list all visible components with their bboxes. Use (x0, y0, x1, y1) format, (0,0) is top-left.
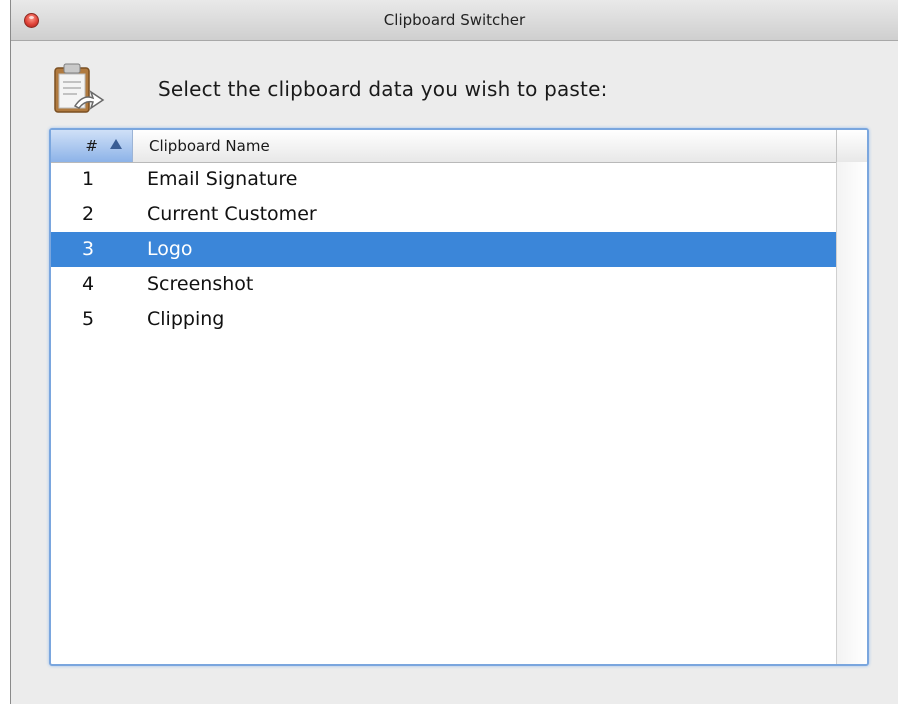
window-title: Clipboard Switcher (383, 11, 526, 29)
row-number: 1 (81, 168, 95, 190)
row-name: Email Signature (147, 168, 298, 190)
sort-ascending-icon (110, 139, 122, 149)
row-name: Clipping (147, 308, 225, 330)
clipboard-switcher-window: Clipboard Switcher Select the clipboard … (10, 0, 898, 704)
table-header: # Clipboard Name (51, 130, 867, 163)
table-row[interactable]: 1 Email Signature (51, 162, 836, 197)
table-row[interactable]: 4 Screenshot (51, 267, 836, 302)
column-header-number-label: # (85, 137, 98, 155)
header-corner (836, 130, 867, 162)
clipboard-paste-icon (54, 63, 105, 113)
row-number: 5 (81, 308, 95, 330)
row-name: Logo (147, 238, 193, 260)
prompt-text: Select the clipboard data you wish to pa… (158, 77, 608, 101)
column-header-number[interactable]: # (51, 130, 133, 162)
row-name: Current Customer (147, 203, 317, 225)
table-row-selected[interactable]: 3 Logo (51, 232, 836, 267)
row-number: 2 (81, 203, 95, 225)
column-header-name[interactable]: Clipboard Name (149, 137, 270, 155)
table-row[interactable]: 5 Clipping (51, 302, 836, 337)
vertical-scrollbar[interactable] (836, 162, 867, 664)
table-row[interactable]: 2 Current Customer (51, 197, 836, 232)
row-number: 4 (81, 273, 95, 295)
row-number: 3 (81, 238, 95, 260)
clipboard-table[interactable]: # Clipboard Name 1 Email Signature 2 Cur… (49, 128, 869, 666)
row-name: Screenshot (147, 273, 254, 295)
title-bar[interactable]: Clipboard Switcher (11, 0, 898, 41)
table-body: 1 Email Signature 2 Current Customer 3 L… (51, 162, 836, 664)
